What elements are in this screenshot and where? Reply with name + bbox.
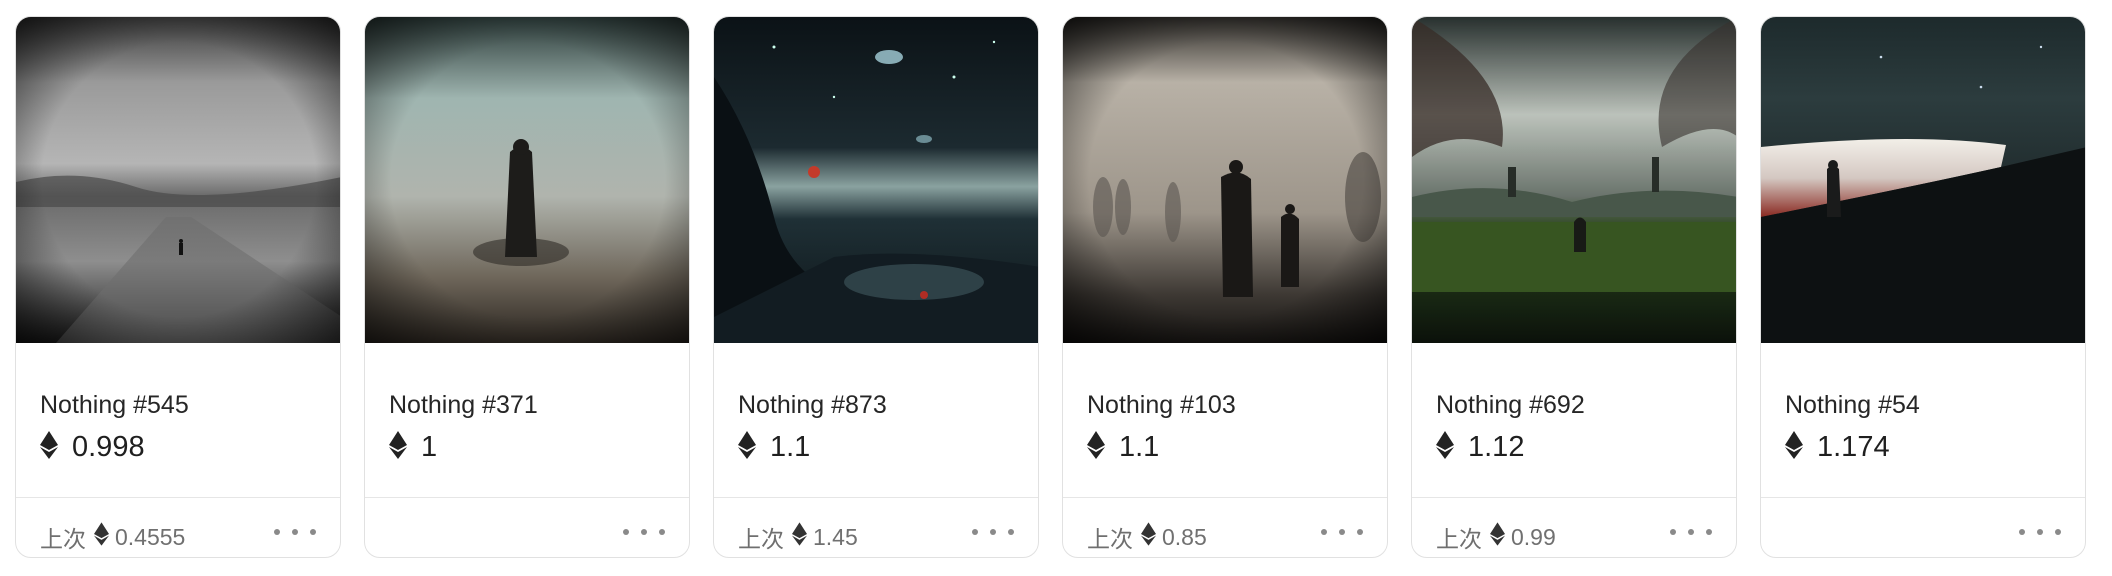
nft-artwork-image[interactable]: [1063, 17, 1387, 343]
last-sale: 上次 0.85: [1087, 520, 1207, 554]
last-sale-label: 上次: [1087, 526, 1133, 552]
last-sale-price: 0.85: [1162, 523, 1207, 550]
card-footer: [365, 497, 689, 557]
nft-price: 1.1: [770, 431, 811, 463]
price-row: 1.12: [1436, 431, 1524, 464]
price-row: 1.1: [1087, 431, 1159, 464]
ethereum-icon: [94, 522, 109, 552]
ethereum-icon: [1785, 431, 1803, 464]
nft-card-info: Nothing #545 0.998: [16, 343, 340, 497]
last-sale-label: 上次: [738, 526, 784, 552]
nft-card-info: Nothing #371 1: [365, 343, 689, 497]
nft-card-info: Nothing #103 1.1: [1063, 343, 1387, 497]
card-footer: [1761, 497, 2085, 557]
last-sale-price: 1.45: [813, 523, 858, 550]
more-options-icon[interactable]: [2019, 526, 2061, 538]
nft-title: Nothing #103: [1087, 391, 1236, 419]
ethereum-icon: [1436, 431, 1454, 464]
price-row: 1: [389, 431, 437, 464]
nft-artwork-image[interactable]: [1412, 17, 1736, 343]
more-options-icon[interactable]: [623, 526, 665, 538]
nft-title: Nothing #54: [1785, 391, 1920, 419]
last-sale: 上次 1.45: [738, 520, 858, 554]
nft-artwork-image[interactable]: [16, 17, 340, 343]
nft-card[interactable]: Nothing #545 0.998 上次 0.4555: [15, 16, 341, 558]
ethereum-icon: [1490, 522, 1505, 552]
nft-artwork-image[interactable]: [714, 17, 1038, 343]
nft-card[interactable]: Nothing #54 1.174: [1760, 16, 2086, 558]
nft-price: 1.1: [1119, 431, 1160, 463]
more-options-icon[interactable]: [274, 526, 316, 538]
last-sale-label: 上次: [1436, 526, 1482, 552]
nft-price: 1.12: [1468, 431, 1525, 463]
last-sale-label: 上次: [40, 526, 86, 552]
nft-card[interactable]: Nothing #371 1: [364, 16, 690, 558]
nft-card-info: Nothing #692 1.12: [1412, 343, 1736, 497]
card-footer: 上次 0.4555: [16, 497, 340, 557]
ethereum-icon: [1141, 522, 1156, 552]
more-options-icon[interactable]: [972, 526, 1014, 538]
nft-price: 1: [421, 431, 438, 463]
nft-title: Nothing #873: [738, 391, 887, 419]
nft-title: Nothing #692: [1436, 391, 1585, 419]
nft-price: 0.998: [72, 431, 145, 463]
ethereum-icon: [389, 431, 407, 464]
card-footer: 上次 0.85: [1063, 497, 1387, 557]
nft-card-info: Nothing #54 1.174: [1761, 343, 2085, 497]
last-sale-price: 0.4555: [115, 523, 186, 550]
ethereum-icon: [40, 431, 58, 464]
nft-card[interactable]: Nothing #873 1.1 上次 1.45: [713, 16, 1039, 558]
more-options-icon[interactable]: [1670, 526, 1712, 538]
last-sale: 上次 0.4555: [40, 520, 185, 554]
price-row: 0.998: [40, 431, 145, 464]
price-row: 1.1: [738, 431, 810, 464]
ethereum-icon: [738, 431, 756, 464]
nft-artwork-image[interactable]: [365, 17, 689, 343]
nft-card-grid: Nothing #545 0.998 上次 0.4555 Nothing #37…: [15, 16, 2086, 558]
card-footer: 上次 0.99: [1412, 497, 1736, 557]
nft-price: 1.174: [1817, 431, 1890, 463]
card-footer: 上次 1.45: [714, 497, 1038, 557]
more-options-icon[interactable]: [1321, 526, 1363, 538]
nft-title: Nothing #371: [389, 391, 538, 419]
ethereum-icon: [1087, 431, 1105, 464]
last-sale-price: 0.99: [1511, 523, 1556, 550]
nft-artwork-image[interactable]: [1761, 17, 2085, 343]
nft-card-info: Nothing #873 1.1: [714, 343, 1038, 497]
nft-card[interactable]: Nothing #103 1.1 上次 0.85: [1062, 16, 1388, 558]
nft-card[interactable]: Nothing #692 1.12 上次 0.99: [1411, 16, 1737, 558]
nft-title: Nothing #545: [40, 391, 189, 419]
last-sale: 上次 0.99: [1436, 520, 1556, 554]
ethereum-icon: [792, 522, 807, 552]
price-row: 1.174: [1785, 431, 1890, 464]
